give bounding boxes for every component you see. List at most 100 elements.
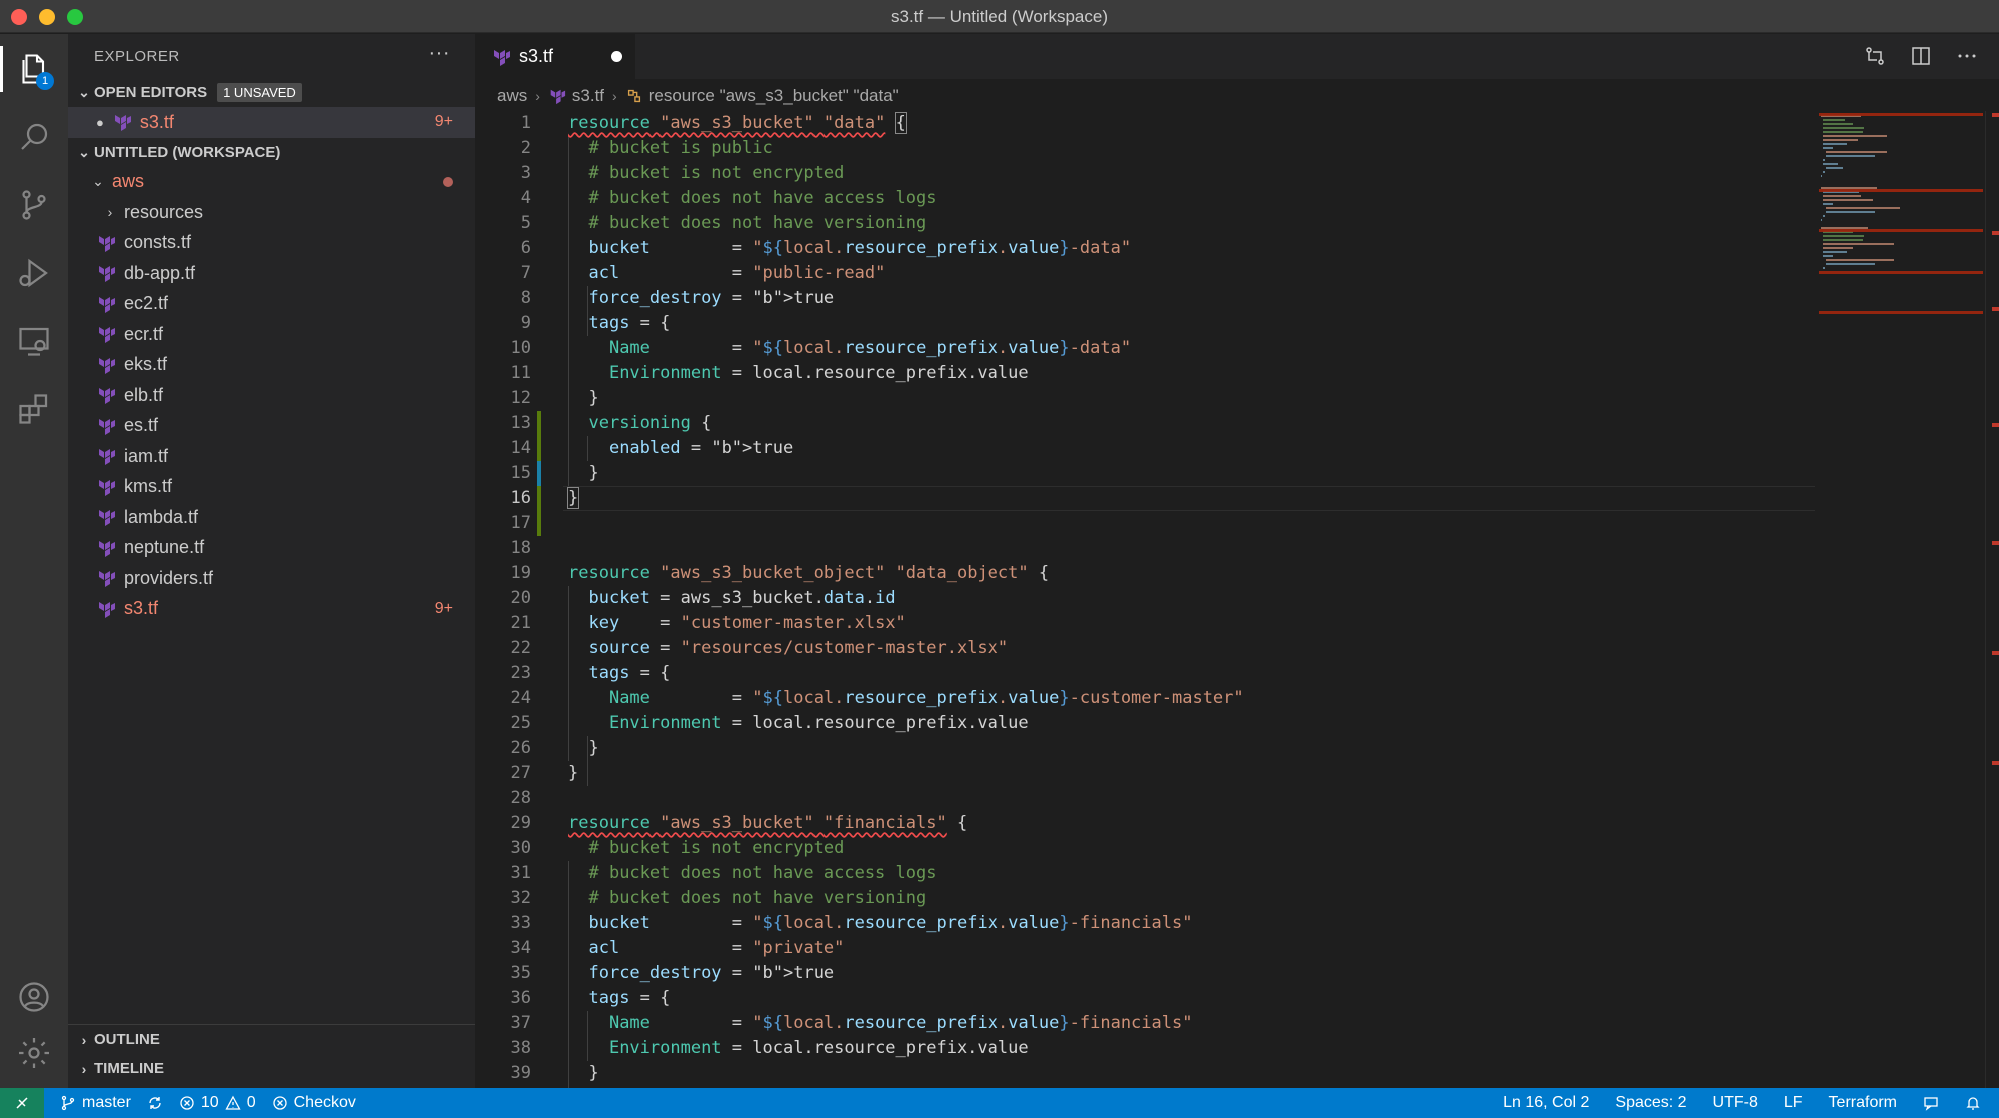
checkov-status[interactable]: Checkov: [272, 1094, 356, 1112]
code-line[interactable]: 35 force_destroy = "b">true: [475, 961, 1815, 986]
open-editor-item[interactable]: ● s3.tf 9+: [68, 107, 475, 138]
indentation-status[interactable]: Spaces: 2: [1615, 1094, 1686, 1112]
file-item[interactable]: kms.tf: [68, 472, 475, 503]
folder-resources[interactable]: › resources: [68, 197, 475, 228]
code-line[interactable]: 31 # bucket does not have access logs: [475, 861, 1815, 886]
code-line[interactable]: 13 versioning {: [475, 411, 1815, 436]
minimap[interactable]: [1815, 111, 1985, 1088]
code-editor[interactable]: 1 resource "aws_s3_bucket" "data" {2 # bu…: [475, 111, 1815, 1088]
breadcrumb-folder[interactable]: aws: [497, 86, 527, 106]
file-item[interactable]: providers.tf: [68, 563, 475, 594]
code-line[interactable]: 37 Name = "${local.resource_prefix.value…: [475, 1011, 1815, 1036]
open-editors-section[interactable]: ⌄ OPEN EDITORS 1 UNSAVED: [68, 78, 475, 107]
split-editor-icon[interactable]: [1909, 44, 1933, 68]
eol-status[interactable]: LF: [1784, 1094, 1803, 1112]
code-line[interactable]: 2 # bucket is public: [475, 136, 1815, 161]
file-item-s3[interactable]: s3.tf 9+: [68, 594, 475, 625]
breadcrumb-file[interactable]: s3.tf: [572, 86, 604, 106]
file-item[interactable]: consts.tf: [68, 228, 475, 259]
file-item[interactable]: es.tf: [68, 411, 475, 442]
language-mode[interactable]: Terraform: [1829, 1094, 1897, 1112]
problems-status[interactable]: 10 0: [179, 1094, 256, 1112]
code-line[interactable]: 23 tags = {: [475, 661, 1815, 686]
code-line[interactable]: 38 Environment = local.resource_prefix.v…: [475, 1036, 1815, 1061]
workspace-section[interactable]: ⌄ UNTITLED (WORKSPACE): [68, 138, 475, 167]
source-control-activity[interactable]: [0, 174, 68, 236]
code-line[interactable]: 16}: [475, 486, 1815, 511]
code-line[interactable]: 11 Environment = local.resource_prefix.v…: [475, 361, 1815, 386]
accounts-activity[interactable]: [0, 966, 68, 1028]
code-line[interactable]: 28: [475, 786, 1815, 811]
code-line[interactable]: 21 key = "customer-master.xlsx": [475, 611, 1815, 636]
code-line[interactable]: 25 Environment = local.resource_prefix.v…: [475, 711, 1815, 736]
code-line[interactable]: 5 # bucket does not have versioning: [475, 211, 1815, 236]
remote-indicator[interactable]: [0, 1088, 44, 1118]
encoding-status[interactable]: UTF-8: [1713, 1094, 1758, 1112]
minimap-error-marker: [1819, 229, 1983, 232]
code-line[interactable]: 29 resource "aws_s3_bucket" "financials" …: [475, 811, 1815, 836]
line-number: 11: [510, 363, 531, 383]
code-line[interactable]: 20 bucket = aws_s3_bucket.data.id: [475, 586, 1815, 611]
manage-activity[interactable]: [0, 1022, 68, 1084]
code-line[interactable]: 33 bucket = "${local.resource_prefix.val…: [475, 911, 1815, 936]
code-line[interactable]: 34 acl = "private": [475, 936, 1815, 961]
code-line[interactable]: 6 bucket = "${local.resource_prefix.valu…: [475, 236, 1815, 261]
file-item[interactable]: db-app.tf: [68, 258, 475, 289]
file-item[interactable]: neptune.tf: [68, 533, 475, 564]
file-item[interactable]: elb.tf: [68, 380, 475, 411]
bell-icon[interactable]: [1965, 1095, 1981, 1111]
code-line[interactable]: 17: [475, 511, 1815, 536]
code-line[interactable]: 24 Name = "${local.resource_prefix.value…: [475, 686, 1815, 711]
branch-label: master: [82, 1094, 131, 1111]
explorer-more-button[interactable]: ···: [429, 42, 450, 65]
explorer-activity[interactable]: 1: [0, 38, 68, 100]
extensions-activity[interactable]: [0, 378, 68, 440]
code-line[interactable]: 1 resource "aws_s3_bucket" "data" {: [475, 111, 1815, 136]
file-item[interactable]: ecr.tf: [68, 319, 475, 350]
code-line[interactable]: 14 enabled = "b">true: [475, 436, 1815, 461]
search-activity[interactable]: [0, 106, 68, 168]
code-line[interactable]: 30 # bucket is not encrypted: [475, 836, 1815, 861]
code-line[interactable]: 27}: [475, 761, 1815, 786]
run-debug-activity[interactable]: [0, 242, 68, 304]
file-item[interactable]: lambda.tf: [68, 502, 475, 533]
code-line[interactable]: 26 }: [475, 736, 1815, 761]
cursor-position[interactable]: Ln 16, Col 2: [1503, 1094, 1589, 1112]
folder-aws[interactable]: ⌄ aws: [68, 167, 475, 198]
code-line[interactable]: 19 resource "aws_s3_bucket_object" "data_…: [475, 561, 1815, 586]
code-line[interactable]: 9 tags = {: [475, 311, 1815, 336]
unsaved-dot-icon[interactable]: [611, 51, 622, 62]
code-line[interactable]: 12 }: [475, 386, 1815, 411]
code-line[interactable]: 3 # bucket is not encrypted: [475, 161, 1815, 186]
code-line[interactable]: 36 tags = {: [475, 986, 1815, 1011]
code-line[interactable]: 39 }: [475, 1061, 1815, 1086]
vertical-scrollbar[interactable]: [1985, 111, 1999, 1088]
code-line[interactable]: 18: [475, 536, 1815, 561]
code-line[interactable]: 7 acl = "public-read": [475, 261, 1815, 286]
file-item[interactable]: ec2.tf: [68, 289, 475, 320]
code-line[interactable]: 15 }: [475, 461, 1815, 486]
remote-explorer-activity[interactable]: [0, 310, 68, 372]
code-line[interactable]: 4 # bucket does not have access logs: [475, 186, 1815, 211]
feedback-icon[interactable]: [1923, 1095, 1939, 1111]
more-actions-icon[interactable]: [1955, 44, 1979, 68]
file-item[interactable]: eks.tf: [68, 350, 475, 381]
code-text: # bucket does not have versioning: [588, 213, 927, 233]
timeline-section[interactable]: › TIMELINE: [68, 1054, 475, 1083]
breadcrumb-symbol[interactable]: resource "aws_s3_bucket" "data": [649, 86, 899, 106]
code-line[interactable]: 32 # bucket does not have versioning: [475, 886, 1815, 911]
outline-section[interactable]: › OUTLINE: [68, 1025, 475, 1054]
code-line[interactable]: 22 source = "resources/customer-master.x…: [475, 636, 1815, 661]
tab-s3[interactable]: s3.tf: [475, 34, 635, 79]
code-line[interactable]: 10 Name = "${local.resource_prefix.value…: [475, 336, 1815, 361]
file-item[interactable]: iam.tf: [68, 441, 475, 472]
line-number: 2: [520, 138, 531, 158]
unsaved-dot-icon[interactable]: ●: [96, 115, 104, 130]
file-label: providers.tf: [124, 567, 214, 588]
terraform-file-icon: [99, 449, 115, 466]
code-line[interactable]: 8 force_destroy = "b">true: [475, 286, 1815, 311]
branch-status[interactable]: master: [60, 1094, 131, 1112]
line-number: 27: [510, 763, 531, 783]
open-changes-icon[interactable]: [1863, 44, 1887, 68]
sync-status[interactable]: [147, 1095, 163, 1111]
